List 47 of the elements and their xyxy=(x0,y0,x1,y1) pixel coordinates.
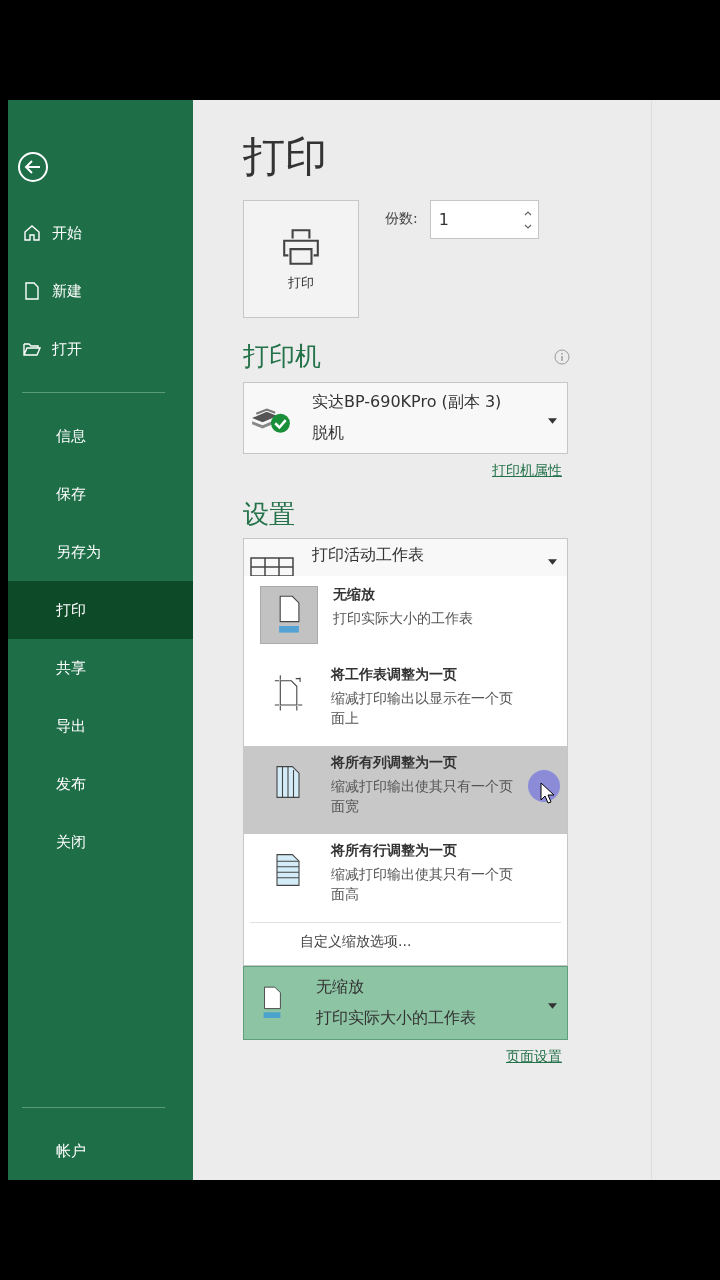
sidebar-item[interactable]: 关闭 xyxy=(8,813,193,871)
option-title: 将所有行调整为一页 xyxy=(331,841,458,860)
back-icon[interactable] xyxy=(17,151,49,183)
sidebar-item[interactable]: 打印 xyxy=(8,581,193,639)
scaling-title: 无缩放 xyxy=(316,976,365,998)
menu-item[interactable]: 将所有列调整为一页 缩减打印输出使其只有一个页面宽 xyxy=(244,745,567,834)
option-title: 将所有列调整为一页 xyxy=(331,753,458,772)
print-button[interactable]: 打印 xyxy=(243,200,359,319)
sidebar-item[interactable]: 另存为 xyxy=(8,523,193,581)
section-heading: 设置 xyxy=(243,498,296,531)
home-icon xyxy=(22,223,42,243)
option-title: 将工作表调整为一页 xyxy=(331,665,458,684)
printer-status: 脱机 xyxy=(312,423,345,444)
printer-dropdown[interactable]: 实达BP-690KPro (副本 3) 脱机 xyxy=(243,382,568,454)
sidebar-item[interactable]: 打开 xyxy=(8,320,193,378)
sidebar-item[interactable]: 新建 xyxy=(8,262,193,320)
page-setup-link[interactable]: 页面设置 xyxy=(243,1047,568,1066)
copies-spinner[interactable]: 1 xyxy=(429,200,539,240)
option-title: 无缩放 xyxy=(333,585,376,604)
option-description: 缩减打印输出使其只有一个页面高 xyxy=(331,864,514,905)
sidebar-item[interactable]: 发布 xyxy=(8,755,193,813)
dropdown-caret-icon xyxy=(548,418,557,424)
dropdown-caret-icon xyxy=(548,558,557,565)
printer-name: 实达BP-690KPro (副本 3) xyxy=(312,392,502,413)
dropdown-caret-icon xyxy=(548,1002,557,1009)
sidebar-item[interactable]: 共享 xyxy=(8,639,193,697)
custom-scaling-option[interactable]: 自定义缩放选项... xyxy=(244,922,567,965)
sidebar-item[interactable]: 信息 xyxy=(8,407,193,465)
sidebar-item[interactable]: 保存 xyxy=(8,465,193,523)
menu-item[interactable]: 将所有行调整为一页 缩减打印输出使其只有一个页面高 xyxy=(244,833,567,922)
option-description: 打印实际大小的工作表 xyxy=(333,608,474,628)
section-heading: 打印机 xyxy=(243,340,321,374)
page-title: 打印 xyxy=(243,134,328,181)
option-description: 缩减打印输出以显示在一个页面上 xyxy=(331,688,514,729)
menu-item[interactable]: 无缩放 打印实际大小的工作表 xyxy=(244,577,567,658)
scaling-dropdown[interactable]: 无缩放 打印实际大小的工作表 xyxy=(243,965,568,1040)
menu-item[interactable]: 将工作表调整为一页 缩减打印输出以显示在一个页面上 xyxy=(244,657,567,746)
sidebar-item[interactable]: 开始 xyxy=(8,204,193,262)
cursor-icon xyxy=(540,781,554,804)
copies-label: 份数: xyxy=(385,210,418,229)
sidebar-item[interactable]: 帐户 xyxy=(8,1122,193,1180)
sidebar-item[interactable]: 导出 xyxy=(8,697,193,755)
document-icon xyxy=(22,281,42,301)
printer-properties-link[interactable]: 打印机属性 xyxy=(243,462,568,480)
grid-icon xyxy=(250,556,294,577)
scaling-description: 打印实际大小的工作表 xyxy=(316,1007,476,1029)
option-description: 缩减打印输出使其只有一个页面宽 xyxy=(331,776,514,817)
